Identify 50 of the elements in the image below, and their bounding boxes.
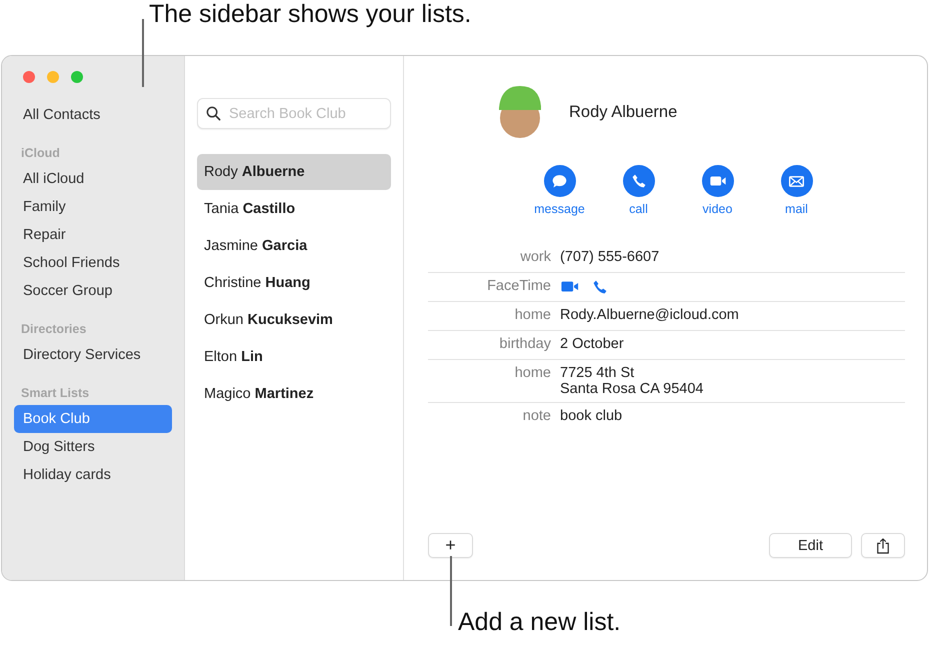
add-button[interactable]: + [428, 533, 473, 558]
sidebar-item[interactable]: Book Club [14, 405, 172, 433]
field-value: 7725 4th St [560, 365, 636, 381]
field-label: birthday [498, 336, 552, 354]
close-button[interactable] [23, 71, 35, 83]
message-button[interactable]: message [522, 165, 597, 216]
contact-item[interactable]: Tania Castillo [197, 191, 391, 227]
sidebar-item[interactable]: Dog Sitters [14, 433, 172, 461]
callout-text: Add a new list. [458, 608, 621, 636]
phone-icon[interactable] [592, 279, 608, 295]
field-label: work [519, 249, 552, 267]
field-value: (707) 555-6607 [560, 249, 660, 265]
sidebar-item[interactable]: All iCloud [14, 165, 172, 193]
share-button[interactable] [861, 533, 905, 558]
contact-name: Rody Albuerne [569, 102, 678, 122]
edit-button[interactable]: Edit [769, 533, 852, 558]
mail-button[interactable]: mail [759, 165, 834, 216]
search-field[interactable]: Search Book Club [197, 98, 391, 129]
sidebar-item[interactable]: Repair [14, 221, 172, 249]
callout-text: The sidebar shows your lists. [149, 0, 472, 28]
field-value: Rody.Albuerne@icloud.com [560, 307, 739, 323]
sidebar-item[interactable]: Family [14, 193, 172, 221]
field-label: home [514, 307, 552, 325]
contact-item[interactable]: Orkun Kucuksevim [197, 302, 391, 338]
section-heading: iCloud [20, 145, 61, 162]
call-button[interactable]: call [601, 165, 676, 216]
sidebar-item[interactable]: Directory Services [14, 341, 172, 369]
contact-item[interactable]: Rody Albuerne [197, 154, 391, 190]
field-value: Santa Rosa CA 95404 [560, 381, 704, 397]
field-value: book club [560, 408, 622, 424]
contact-item[interactable]: Jasmine Garcia [197, 228, 391, 264]
sidebar-item[interactable]: School Friends [14, 249, 172, 277]
sidebar-item[interactable]: Soccer Group [14, 277, 172, 305]
section-heading: Smart Lists [20, 385, 90, 402]
section-heading: Directories [20, 321, 88, 338]
share-icon [876, 538, 890, 554]
contact-item[interactable]: Elton Lin [197, 339, 391, 375]
field-label: home [514, 365, 552, 383]
speech-bubble-icon [551, 172, 568, 190]
contact-item[interactable]: Christine Huang [197, 265, 391, 301]
field-label: FaceTime [486, 278, 552, 296]
phone-icon [630, 173, 646, 189]
contact-item[interactable]: Magico Martinez [197, 376, 391, 412]
video-button[interactable]: video [680, 165, 755, 216]
sidebar-item[interactable]: All Contacts [14, 101, 172, 129]
leader-line [450, 556, 452, 626]
field-label: note [522, 408, 552, 426]
leader-line [142, 19, 144, 87]
sidebar-item[interactable]: Holiday cards [14, 461, 172, 489]
field-value: 2 October [560, 336, 624, 352]
